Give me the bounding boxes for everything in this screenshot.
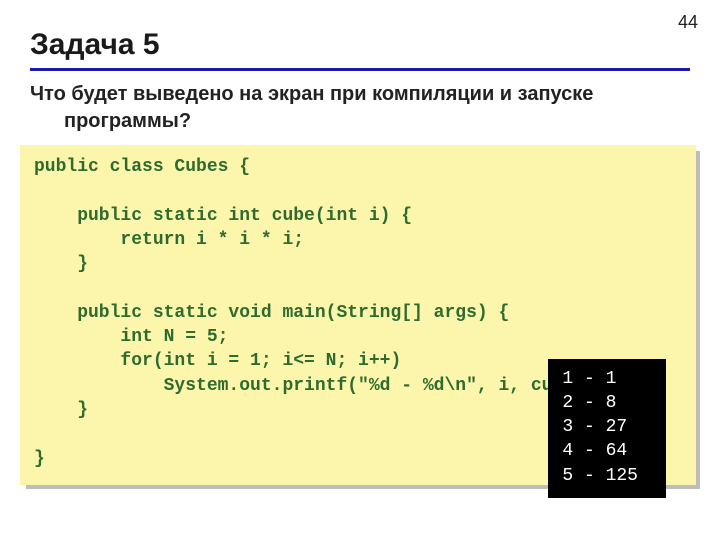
slide-title: Задача 5 [30,28,690,62]
title-underline [30,68,690,71]
question-line-1: Что будет выведено на экран при компиляц… [30,83,593,105]
program-output: 1 - 1 2 - 8 3 - 27 4 - 64 5 - 125 [548,359,666,498]
question-text: Что будет выведено на экран при компиляц… [30,81,690,135]
slide-page: 44 Задача 5 Что будет выведено на экран … [0,0,720,540]
question-line-2: программы? [30,108,690,135]
page-number: 44 [678,12,698,33]
